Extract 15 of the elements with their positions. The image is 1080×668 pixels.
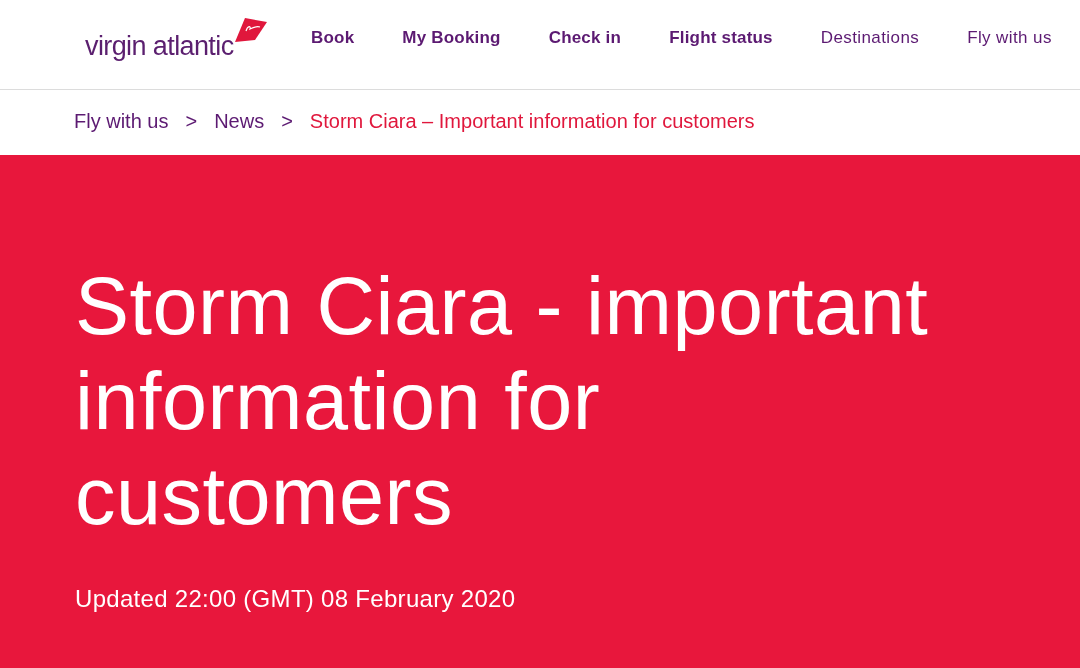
breadcrumb-link[interactable]: Fly with us: [74, 110, 169, 133]
breadcrumb-current-page: Storm Ciara – Important information for customers: [309, 110, 755, 133]
tail-fin-icon: [234, 18, 267, 42]
nav-link[interactable]: Destinations: [820, 28, 920, 48]
nav-link[interactable]: Check in: [548, 28, 622, 48]
logo-wordmark[interactable]: virgin atlantic: [85, 33, 234, 60]
page-title: Storm Ciara - important information for customers: [75, 260, 930, 543]
breadcrumb-separator: >: [185, 110, 198, 133]
updated-date: Updated 22:00 (GMT) 08 February 2020: [75, 585, 517, 613]
nav-link[interactable]: My Booking: [402, 28, 501, 48]
breadcrumb-link[interactable]: News: [214, 110, 265, 133]
nav-link[interactable]: Book: [311, 28, 355, 48]
nav-link[interactable]: Fly with us: [967, 28, 1052, 48]
breadcrumb-separator: >: [281, 110, 293, 133]
nav-link[interactable]: Flight status: [669, 28, 773, 48]
